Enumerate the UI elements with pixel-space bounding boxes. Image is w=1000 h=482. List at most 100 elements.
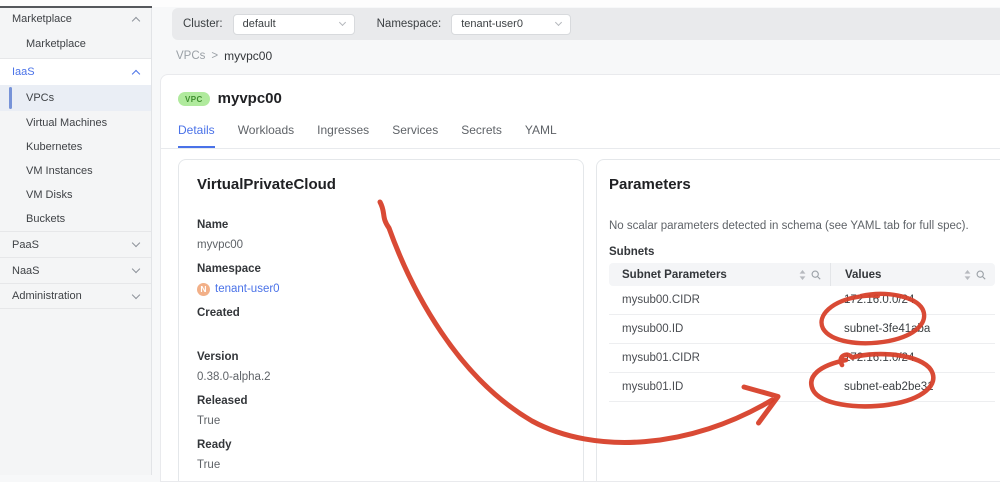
chevron-down-icon	[131, 264, 141, 274]
namespace-select-value: tenant-user0	[461, 18, 523, 30]
cluster-select-value: default	[242, 18, 276, 30]
cluster-select[interactable]: default	[232, 13, 355, 35]
column-label: Subnet Parameters	[622, 268, 727, 281]
panel-heading: VirtualPrivateCloud	[197, 176, 336, 193]
field-value: myvpc00	[197, 239, 244, 251]
breadcrumb-current: myvpc00	[224, 49, 273, 63]
field-value	[197, 327, 565, 340]
sidebar-item-label: VM Disks	[26, 189, 73, 201]
tab-workloads[interactable]: Workloads	[238, 123, 294, 148]
field-value: True	[197, 459, 221, 471]
sidebar-item-buckets[interactable]: Buckets	[0, 207, 151, 231]
sidebar: Marketplace Marketplace IaaS VPCs Virtua…	[0, 0, 152, 475]
sort-icon[interactable]	[799, 269, 806, 280]
sidebar-section-label: IaaS	[12, 66, 35, 78]
subnet-param-cell: mysub00.ID	[622, 323, 684, 335]
field-released: Released True	[197, 395, 565, 428]
subnets-label: Subnets	[609, 246, 655, 258]
context-toolbar: Cluster: default Namespace: tenant-user0	[172, 8, 1000, 40]
field-name: Name myvpc00	[197, 219, 565, 252]
field-label: Ready	[197, 439, 232, 451]
detail-panels: VirtualPrivateCloud Name myvpc00 Namespa…	[178, 159, 1000, 481]
vpc-kind-badge: VPC	[178, 91, 210, 106]
sidebar-section-naas[interactable]: NaaS	[0, 257, 151, 283]
sidebar-item-label: Kubernetes	[26, 141, 83, 153]
subnet-value-cell: subnet-eab2be31	[844, 381, 934, 393]
sidebar-section-label: Administration	[12, 290, 82, 302]
sidebar-item-vm-disks[interactable]: VM Disks	[0, 183, 151, 207]
field-label: Namespace	[197, 263, 261, 275]
subnet-param-cell: mysub01.CIDR	[622, 352, 700, 364]
sort-icon[interactable]	[964, 269, 971, 280]
field-label: Released	[197, 395, 248, 407]
sidebar-section-label: PaaS	[12, 238, 39, 251]
table-row: mysub00.ID subnet-3fe41aba	[609, 315, 995, 344]
sidebar-section-paas[interactable]: PaaS	[0, 231, 151, 257]
tab-details[interactable]: Details	[178, 123, 215, 148]
active-indicator	[9, 87, 12, 109]
breadcrumb: VPCs > myvpc00	[176, 49, 272, 63]
table-row: mysub00.CIDR 172.16.0.0/24	[609, 286, 995, 315]
sidebar-item-label: Marketplace	[26, 38, 86, 50]
subnet-value-cell: 172.16.1.0/24	[844, 352, 915, 364]
column-header-values[interactable]: Values	[830, 263, 995, 286]
page-title: myvpc00	[217, 90, 282, 107]
panel-heading: Parameters	[609, 176, 691, 193]
sidebar-section-label: NaaS	[12, 264, 40, 277]
sidebar-section-iaas[interactable]: IaaS	[0, 58, 151, 85]
tab-secrets[interactable]: Secrets	[461, 123, 502, 148]
chevron-down-icon	[131, 290, 141, 299]
chevron-up-icon	[131, 69, 141, 78]
sidebar-item-marketplace[interactable]: Marketplace	[0, 30, 151, 58]
table-row: mysub01.ID subnet-eab2be31	[609, 373, 995, 402]
field-ready: Ready True	[197, 439, 565, 472]
table-header-row: Subnet Parameters Values	[609, 263, 995, 286]
sidebar-item-label: Virtual Machines	[26, 117, 108, 129]
column-label: Values	[845, 268, 882, 281]
tab-services[interactable]: Services	[392, 123, 438, 148]
column-header-subnet-parameters[interactable]: Subnet Parameters	[609, 263, 830, 286]
sidebar-item-label: VM Instances	[26, 165, 93, 177]
field-label: Version	[197, 351, 239, 363]
chevron-down-icon	[338, 18, 346, 27]
chevron-down-icon	[131, 238, 141, 248]
vpc-details-panel: VirtualPrivateCloud Name myvpc00 Namespa…	[178, 159, 584, 481]
subnet-value-cell: subnet-3fe41aba	[844, 323, 931, 335]
search-icon[interactable]	[811, 270, 821, 280]
sidebar-section-marketplace[interactable]: Marketplace	[0, 8, 151, 30]
field-value: 0.38.0-alpha.2	[197, 371, 271, 383]
content-card: VPC myvpc00 Details Workloads Ingresses …	[160, 74, 1000, 482]
sidebar-item-kubernetes[interactable]: Kubernetes	[0, 135, 151, 159]
field-label: Created	[197, 307, 240, 319]
namespace-select[interactable]: tenant-user0	[451, 13, 572, 35]
sidebar-item-vm-instances[interactable]: VM Instances	[0, 159, 151, 183]
sidebar-section-administration[interactable]: Administration	[0, 283, 151, 309]
table-row: mysub01.CIDR 172.16.1.0/24	[609, 344, 995, 373]
breadcrumb-separator: >	[211, 50, 219, 62]
chevron-up-icon	[131, 16, 141, 25]
sidebar-item-label: Buckets	[26, 213, 66, 225]
field-namespace: Namespace N tenant-user0	[197, 263, 565, 296]
tab-bar: Details Workloads Ingresses Services Sec…	[161, 123, 1000, 149]
sidebar-item-vpcs[interactable]: VPCs	[0, 85, 151, 111]
sidebar-top-border	[0, 6, 152, 8]
sidebar-section-label: Marketplace	[12, 13, 72, 25]
subnet-param-cell: mysub00.CIDR	[622, 294, 700, 306]
parameters-panel: Parameters No scalar parameters detected…	[596, 159, 1000, 481]
namespace-link[interactable]: tenant-user0	[215, 283, 280, 296]
subnet-param-cell: mysub01.ID	[622, 381, 684, 393]
tab-yaml[interactable]: YAML	[525, 123, 557, 148]
field-value: True	[197, 415, 221, 427]
namespace-label: Namespace:	[376, 18, 442, 30]
field-label: Name	[197, 219, 229, 231]
namespace-avatar: N	[197, 283, 210, 296]
field-created: Created	[197, 307, 565, 340]
breadcrumb-parent[interactable]: VPCs	[176, 50, 205, 62]
sidebar-item-virtual-machines[interactable]: Virtual Machines	[0, 111, 151, 135]
field-version: Version 0.38.0-alpha.2	[197, 351, 565, 384]
tab-ingresses[interactable]: Ingresses	[317, 123, 369, 148]
resource-header: VPC myvpc00	[178, 90, 282, 107]
search-icon[interactable]	[976, 270, 986, 280]
chevron-down-icon	[555, 18, 563, 27]
sidebar-item-label: VPCs	[26, 92, 55, 104]
